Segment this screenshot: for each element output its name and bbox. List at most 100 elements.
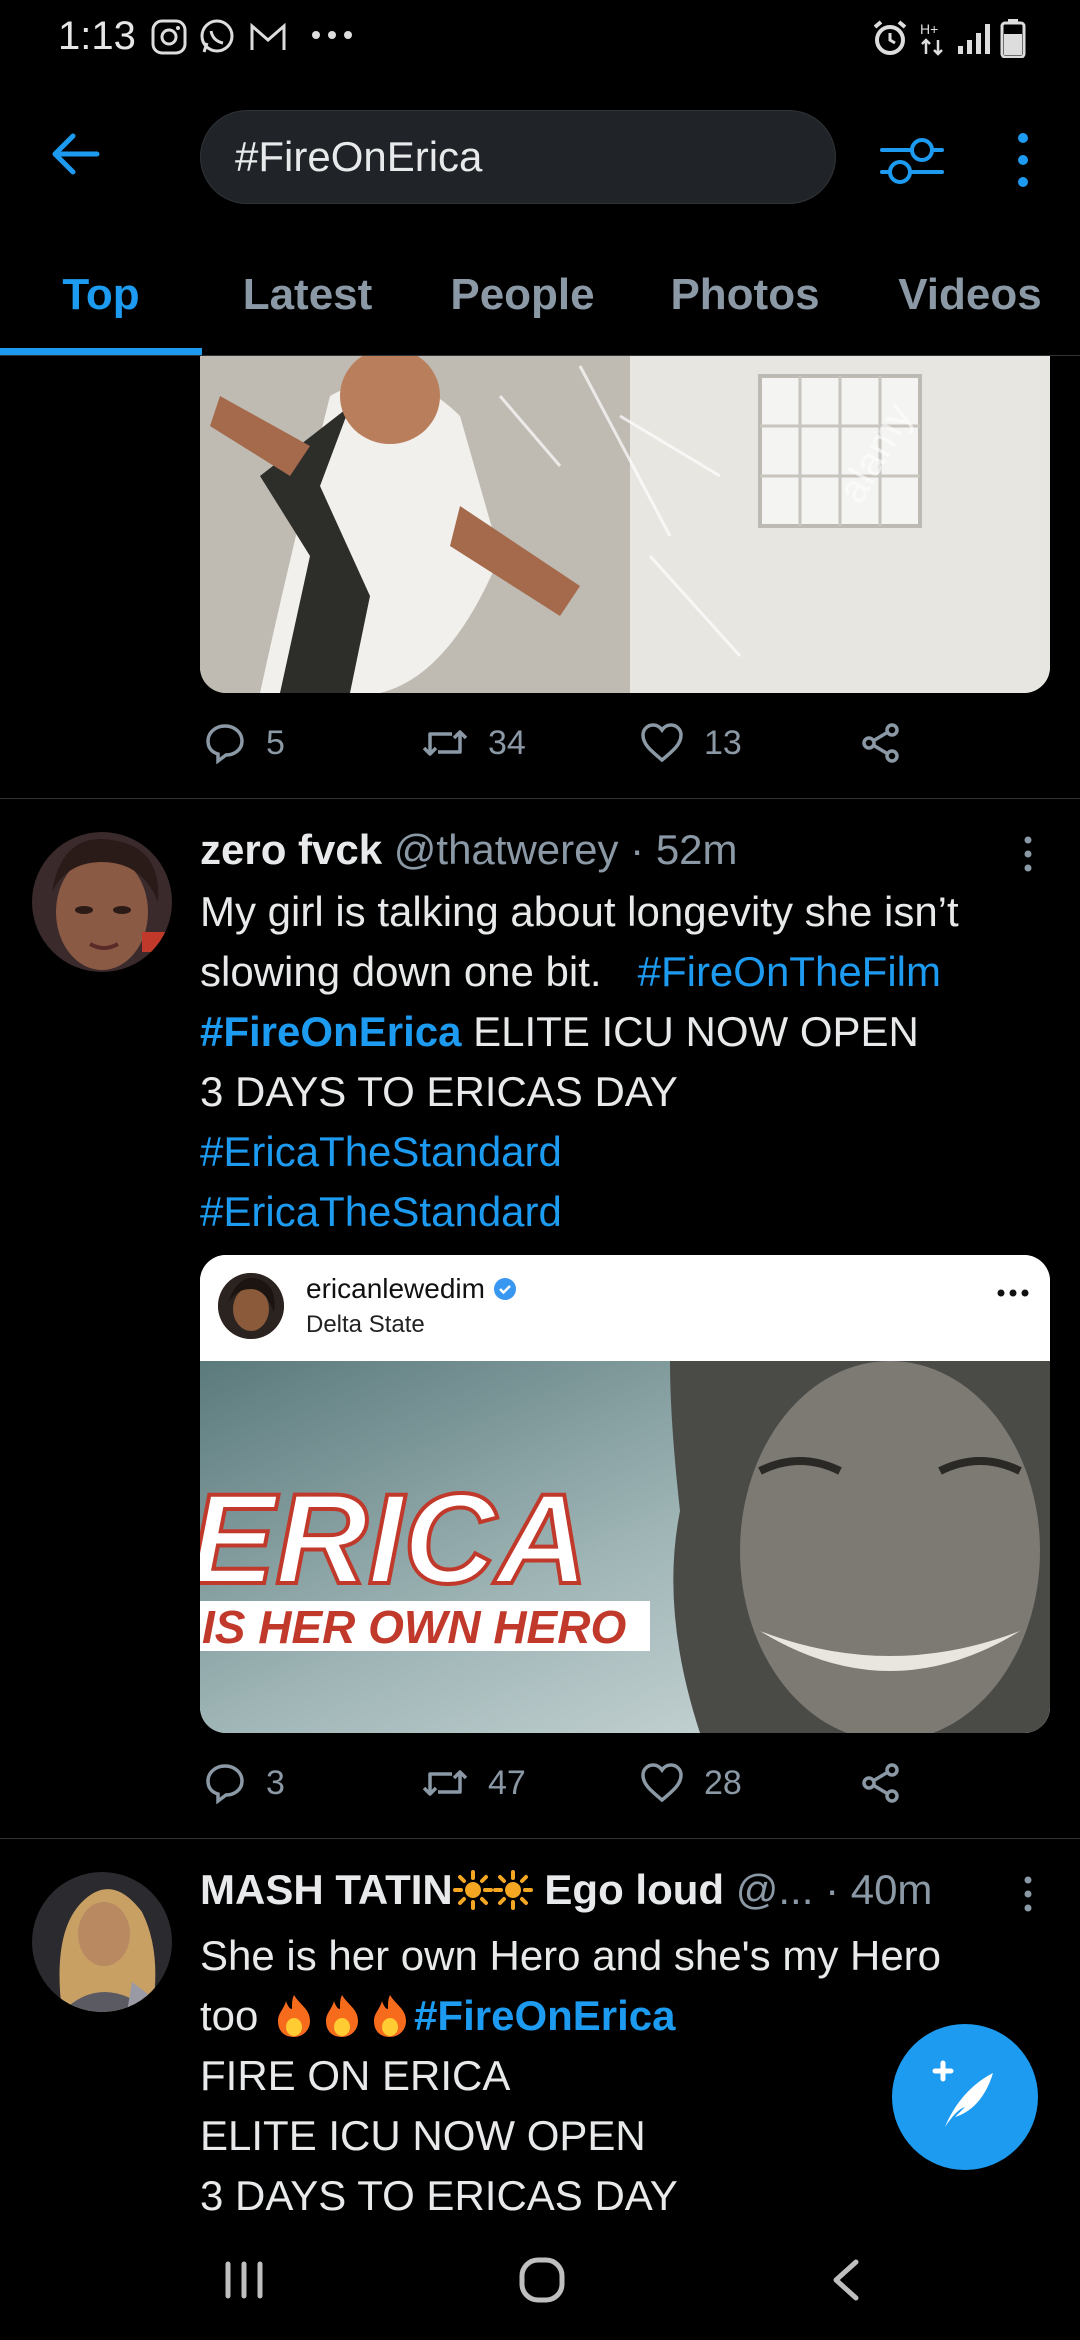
- share-icon: [862, 1763, 899, 1803]
- search-filter-button[interactable]: [872, 120, 952, 200]
- avatar[interactable]: [32, 1872, 172, 2012]
- back-button[interactable]: [40, 118, 112, 190]
- embed-username: ericanlewedim: [306, 1273, 485, 1304]
- recent-apps-button[interactable]: [222, 2258, 266, 2307]
- heart-icon: [641, 1763, 683, 1803]
- reply-icon: [206, 1764, 244, 1804]
- whatsapp-icon: [198, 18, 236, 56]
- vertical-dots-icon: [1024, 836, 1032, 872]
- tweet-text-line: #FireOnErica ELITE ICU NOW OPEN: [200, 1002, 1080, 1062]
- tweet-menu-button[interactable]: [1018, 1874, 1038, 1924]
- tweet-text-line: She is her own Hero and she's my Hero: [200, 1932, 942, 1979]
- author-handle[interactable]: @thatwerey: [394, 826, 619, 873]
- tweet-text-fragment: too: [200, 1992, 271, 2039]
- back-arrow-icon: [52, 133, 100, 175]
- tweet-media-image[interactable]: ericanlewedim Delta State ERICA IS HER O…: [200, 1255, 1050, 1733]
- like-button[interactable]: 13: [640, 722, 742, 764]
- battery-icon: [1000, 18, 1038, 59]
- retweet-count: 34: [488, 723, 526, 762]
- avatar[interactable]: [32, 832, 172, 972]
- embed-header: ericanlewedim Delta State: [200, 1255, 1050, 1361]
- hashtag-link[interactable]: #EricaTheStandard: [200, 1182, 1080, 1242]
- tweet-text-line: 3 DAYS TO ERICAS DAY: [200, 2172, 678, 2219]
- embed-location: Delta State: [306, 1311, 425, 1338]
- sun-emoji-icon: [452, 1870, 493, 1920]
- heart-icon: [641, 723, 683, 763]
- home-button[interactable]: [518, 2256, 566, 2309]
- retweet-button[interactable]: 47: [422, 1762, 526, 1804]
- embed-image-title: ERICA: [200, 1468, 588, 1611]
- embed-image-subtitle: IS HER OWN HERO: [202, 1601, 626, 1653]
- hashtag-link[interactable]: #EricaTheStandard: [200, 1122, 1080, 1182]
- sun-emoji-icon: [492, 1870, 533, 1920]
- sliders-icon: [880, 138, 944, 184]
- hashtag-link[interactable]: #FireOnErica: [414, 1986, 675, 2046]
- search-query: #FireOnErica: [235, 133, 483, 180]
- home-icon: [519, 2257, 565, 2303]
- data-arrows-icon: H+: [918, 18, 956, 56]
- tab-people[interactable]: People: [435, 270, 610, 320]
- retweet-button[interactable]: 34: [422, 722, 526, 764]
- author-name-suffix[interactable]: Ego loud: [544, 1866, 724, 1913]
- tweet-text-line: slowing down one bit. #FireOnTheFilm: [200, 942, 1080, 1002]
- embed-image: ERICA IS HER OWN HERO: [200, 1361, 1050, 1733]
- share-icon: [862, 723, 899, 763]
- vertical-dots-icon: [1018, 133, 1028, 187]
- recent-apps-icon: [225, 2261, 263, 2299]
- tab-photos[interactable]: Photos: [660, 270, 830, 320]
- verified-badge-icon: [493, 1278, 516, 1300]
- retweet-icon: [422, 1770, 468, 1796]
- embed-avatar: [218, 1273, 284, 1339]
- svg-text:H+: H+: [920, 21, 938, 37]
- chevron-left-icon: [833, 2259, 859, 2301]
- embed-username-row: ericanlewedim: [306, 1273, 517, 1305]
- like-count: 28: [704, 1763, 742, 1802]
- status-time: 1:13: [58, 14, 136, 58]
- tweet-time: · 52m: [630, 826, 738, 873]
- tweet-text-fragment: slowing down one bit.: [200, 948, 602, 995]
- reply-count: 5: [266, 723, 285, 762]
- tweet-time: · 40m: [825, 1866, 933, 1913]
- tweet-divider: [0, 798, 1080, 799]
- compose-tweet-button[interactable]: [892, 2024, 1038, 2170]
- retweet-count: 47: [488, 1763, 526, 1802]
- reply-count: 3: [266, 1763, 285, 1802]
- alarm-icon: [870, 18, 908, 56]
- tweet-media-image[interactable]: alamy: [200, 356, 1050, 693]
- more-options-button[interactable]: [1000, 120, 1046, 200]
- share-button[interactable]: [860, 1762, 922, 1804]
- embed-more-icon: [996, 1285, 1030, 1303]
- tweet-text-line: My girl is talking about longevity she i…: [200, 888, 959, 935]
- share-button[interactable]: [860, 722, 922, 764]
- vertical-dots-icon: [1024, 1876, 1032, 1912]
- tweet-author-line: zero fvck @thatwerey · 52m: [200, 826, 738, 874]
- retweet-icon: [422, 730, 468, 756]
- tweet-author-line: MASH TATIN Ego loud @... · 40m: [200, 1866, 932, 1920]
- reply-button[interactable]: 5: [204, 722, 285, 764]
- hashtag-link[interactable]: #FireOnTheFilm: [638, 948, 941, 995]
- signal-icon: [956, 18, 994, 56]
- compose-feather-icon: [932, 2060, 993, 2127]
- more-dots-icon: [310, 28, 352, 66]
- author-handle[interactable]: @...: [736, 1866, 814, 1913]
- like-button[interactable]: 28: [640, 1762, 742, 1804]
- hashtag-link[interactable]: #FireOnErica: [200, 1008, 461, 1055]
- tab-top[interactable]: Top: [0, 270, 202, 320]
- system-back-button[interactable]: [826, 2256, 866, 2309]
- tab-latest[interactable]: Latest: [220, 270, 395, 320]
- active-tab-indicator: [0, 348, 202, 355]
- tab-videos[interactable]: Videos: [885, 270, 1055, 320]
- reply-button[interactable]: 3: [204, 1762, 285, 1804]
- search-input[interactable]: #FireOnErica: [200, 110, 836, 204]
- tweet-menu-button[interactable]: [1018, 834, 1038, 884]
- fire-emoji-icon: [278, 1995, 407, 2037]
- reply-icon: [206, 724, 244, 764]
- tweet-text-fragment: ELITE ICU NOW OPEN: [461, 1008, 919, 1055]
- system-navigation-bar: [0, 2220, 1080, 2340]
- tweet-text: My girl is talking about longevity she i…: [200, 882, 1080, 1242]
- instagram-icon: [150, 18, 188, 56]
- tweet-divider: [0, 1838, 1080, 1839]
- author-name[interactable]: zero fvck: [200, 826, 382, 873]
- gmail-icon: [248, 18, 286, 56]
- author-name[interactable]: MASH TATIN: [200, 1866, 453, 1913]
